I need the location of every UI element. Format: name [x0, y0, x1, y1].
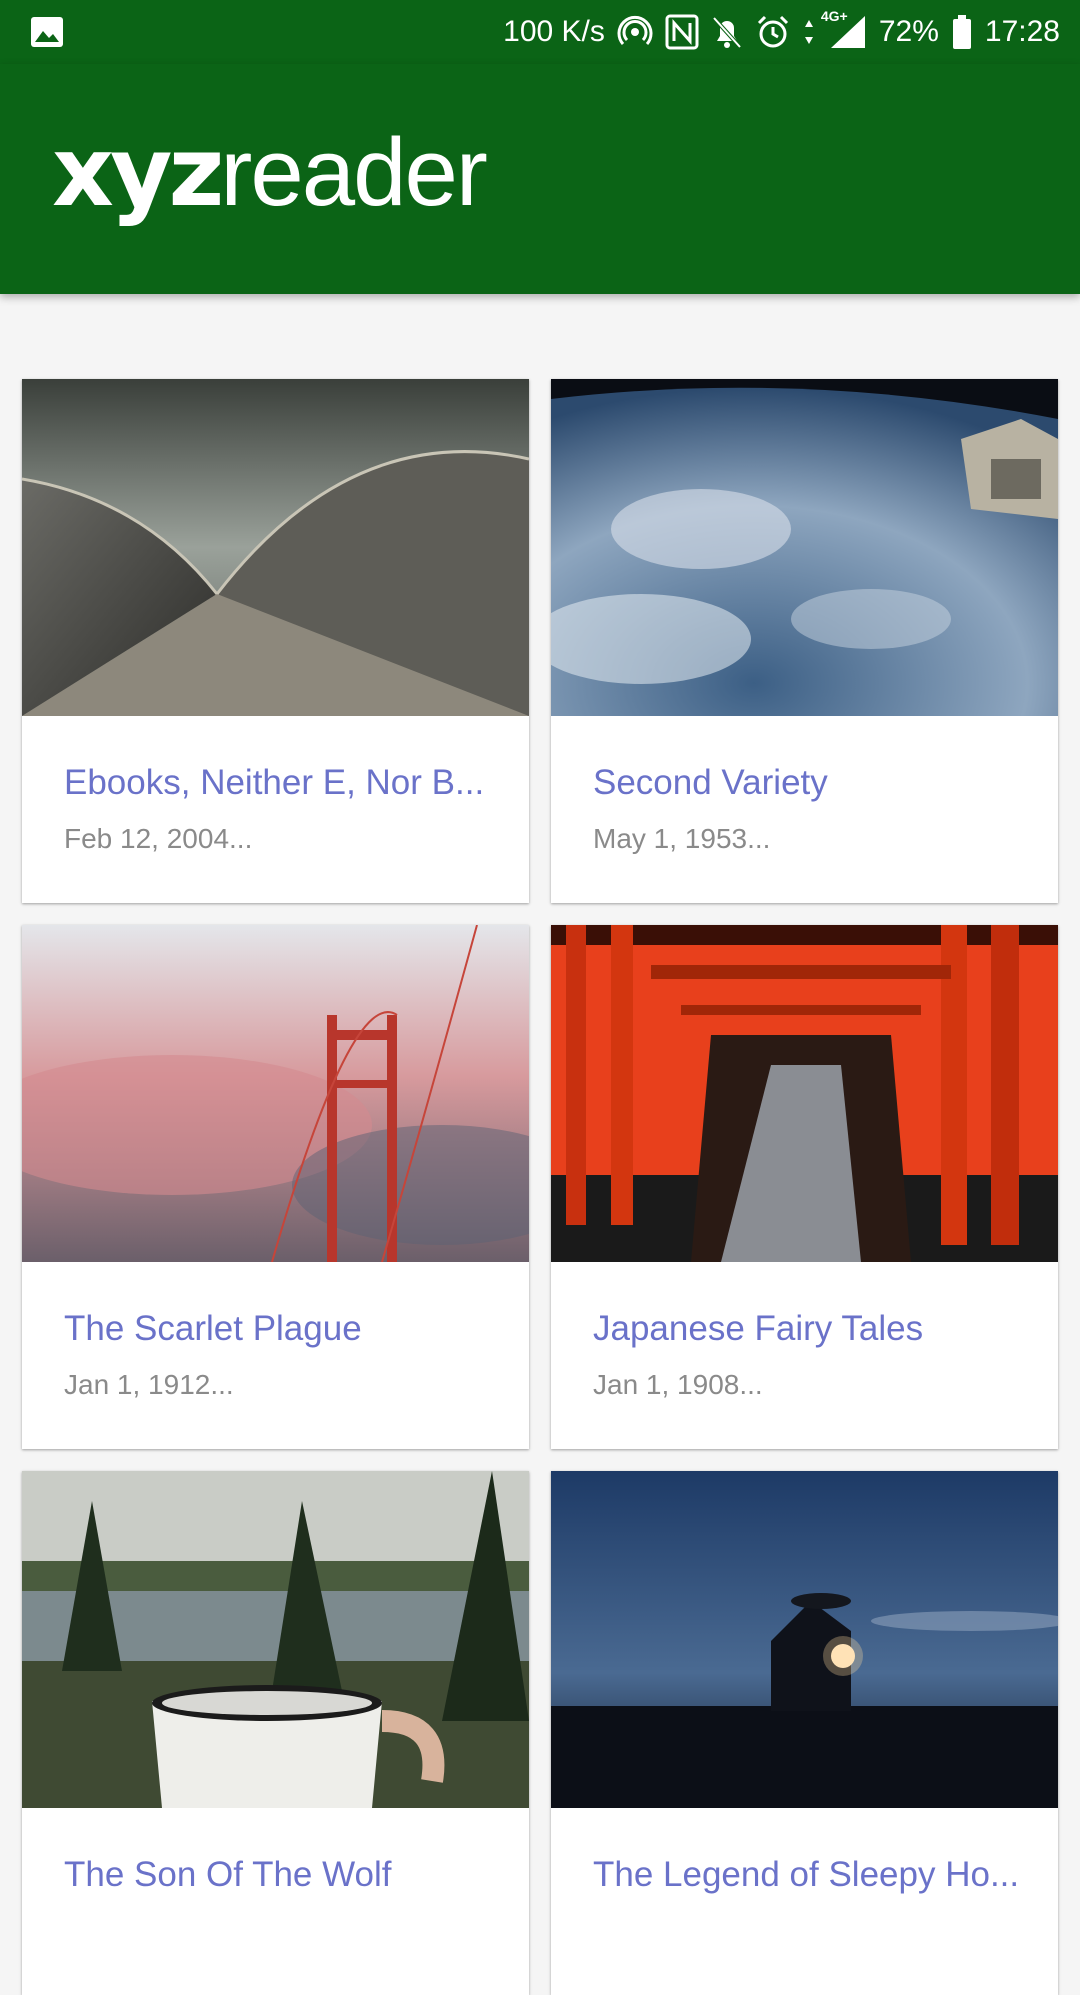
article-thumbnail: [22, 925, 529, 1262]
article-card[interactable]: The Scarlet Plague Jan 1, 1912...: [22, 925, 529, 1449]
logo-light-text: reader: [220, 119, 487, 226]
article-title: The Legend of Sleepy Ho...: [593, 1855, 1020, 1894]
nfc-icon: [665, 14, 699, 50]
signal-icon: 4G+: [821, 8, 867, 50]
article-card[interactable]: Ebooks, Neither E, Nor B... Feb 12, 2004…: [22, 379, 529, 903]
article-card[interactable]: Second Variety May 1, 1953...: [551, 379, 1058, 903]
clock: 17:28: [984, 15, 1060, 48]
battery-percent: 72%: [878, 15, 939, 48]
alarm-icon: [755, 14, 791, 50]
article-card[interactable]: The Legend of Sleepy Ho...: [551, 1471, 1058, 1995]
hotspot-icon: [617, 14, 653, 50]
article-date: May 1, 1953...: [593, 823, 771, 854]
network-type: 4G+: [820, 8, 848, 24]
article-thumbnail: [22, 379, 529, 716]
article-card[interactable]: The Son Of The Wolf: [22, 1471, 529, 1995]
article-title: Japanese Fairy Tales: [593, 1309, 924, 1348]
notifications-off-icon: [711, 14, 743, 50]
article-title: Ebooks, Neither E, Nor B...: [64, 763, 485, 802]
article-thumbnail: [551, 925, 1058, 1262]
article-date: Jan 1, 1908...: [593, 1369, 763, 1400]
data-arrows-icon: [803, 17, 815, 47]
article-title: The Scarlet Plague: [64, 1309, 362, 1348]
app-bar: xyzreader: [0, 64, 1080, 294]
status-indicators: 100 K/s 4G+ 72% 17:28: [491, 0, 1060, 64]
article-grid: Ebooks, Neither E, Nor B... Feb 12, 2004…: [22, 379, 1058, 1995]
article-title: Second Variety: [593, 763, 828, 802]
image-notification-icon: [30, 16, 64, 48]
article-thumbnail: [22, 1471, 529, 1808]
status-bar: 100 K/s 4G+ 72% 17:28: [0, 0, 1080, 64]
article-title: The Son Of The Wolf: [64, 1855, 392, 1894]
article-card[interactable]: Japanese Fairy Tales Jan 1, 1908...: [551, 925, 1058, 1449]
article-date: Feb 12, 2004...: [64, 823, 253, 854]
article-date: Jan 1, 1912...: [64, 1369, 234, 1400]
battery-icon: [951, 14, 973, 50]
network-speed: 100 K/s: [503, 15, 605, 48]
logo-bold-text: xyz: [52, 116, 224, 228]
app-logo: xyzreader: [52, 124, 488, 221]
article-thumbnail: [551, 1471, 1058, 1808]
article-thumbnail: [551, 379, 1058, 716]
